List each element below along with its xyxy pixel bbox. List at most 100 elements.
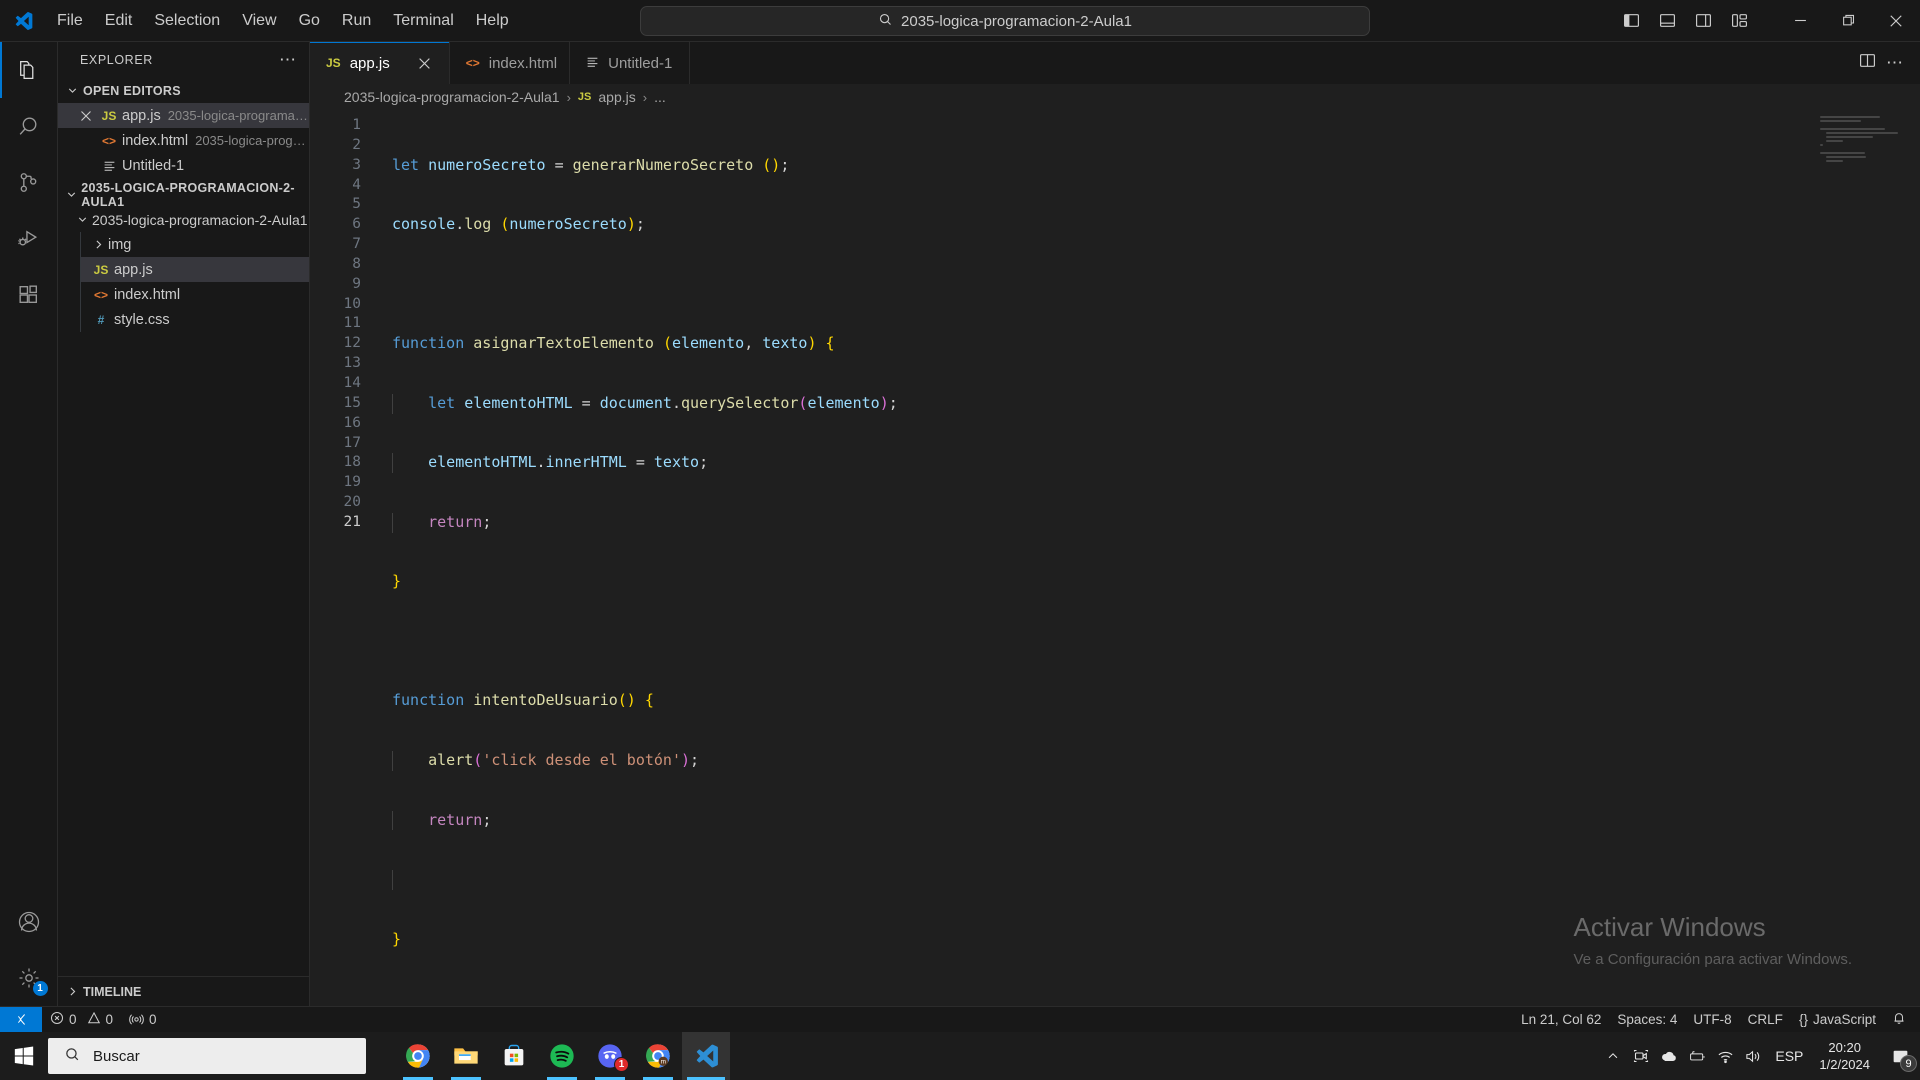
chevron-right-icon: › (566, 89, 571, 105)
notification-icon[interactable]: 9 (1880, 1032, 1920, 1080)
tab-label: app.js (349, 54, 390, 72)
ports-icon (129, 1011, 144, 1029)
taskbar-app-file-explorer[interactable] (442, 1032, 490, 1080)
warning-count: 0 (105, 1012, 114, 1027)
menu-help[interactable]: Help (465, 0, 520, 41)
cloud-icon[interactable] (1655, 1032, 1683, 1080)
section-workspace[interactable]: 2035-LOGICA-PROGRAMACION-2-AULA1 (58, 181, 309, 209)
ports-status[interactable]: 0 (121, 1007, 165, 1032)
folder-root[interactable]: 2035-logica-programacion-2-Aula1 (58, 207, 309, 232)
taskbar-app-discord[interactable]: 1 (586, 1032, 634, 1080)
problems-status[interactable]: 0 0 (42, 1007, 121, 1032)
activity-item-search[interactable] (0, 98, 58, 154)
html-icon: <> (101, 133, 116, 148)
js-icon: JS (101, 108, 117, 123)
js-icon: JS (93, 262, 109, 277)
menu-view[interactable]: View (231, 0, 287, 41)
encoding[interactable]: UTF-8 (1685, 1012, 1739, 1027)
breadcrumb-item-folder[interactable]: 2035-logica-programacion-2-Aula1 (344, 89, 560, 105)
taskbar-app-vscode[interactable] (682, 1032, 730, 1080)
clock-time: 20:20 (1828, 1040, 1861, 1055)
menu-edit[interactable]: Edit (94, 0, 144, 41)
line-number: 17 (343, 434, 361, 451)
tree-item-style-css[interactable]: # style.css (80, 307, 309, 332)
wifi-icon[interactable] (1711, 1032, 1739, 1080)
menu-file[interactable]: File (46, 0, 94, 41)
search-icon (64, 1046, 81, 1067)
taskbar-app-spotify[interactable] (538, 1032, 586, 1080)
open-editor-index-html[interactable]: <> index.html 2035-logica-program... (58, 128, 309, 153)
activity-item-source-control[interactable] (0, 154, 58, 210)
code-editor[interactable]: 1 2 3 4 5 6 7 8 9 10 11 12 13 14 15 16 1… (310, 110, 1920, 1006)
section-open-editors[interactable]: OPEN EDITORS (58, 78, 309, 103)
line-number-gutter: 1 2 3 4 5 6 7 8 9 10 11 12 13 14 15 16 1… (310, 110, 382, 1006)
tree-item-index-html[interactable]: <> index.html (80, 282, 309, 307)
line-number: 13 (343, 355, 361, 372)
camera-icon[interactable] (1627, 1032, 1655, 1080)
chevron-up-icon[interactable] (1599, 1032, 1627, 1080)
eol[interactable]: CRLF (1740, 1012, 1791, 1027)
warning-icon (87, 1011, 101, 1028)
more-actions-icon[interactable]: ⋯ (1886, 54, 1904, 71)
open-editor-app-js[interactable]: JS app.js 2035-logica-programacion... (58, 103, 309, 128)
sidebar-header: EXPLORER ⋯ (58, 42, 309, 78)
toggle-primary-sidebar-icon[interactable] (1616, 6, 1646, 36)
language-mode-label: JavaScript (1812, 1012, 1876, 1027)
notifications-bell[interactable] (1884, 1011, 1920, 1028)
activity-item-run-and-debug[interactable] (0, 210, 58, 266)
close-icon[interactable] (413, 51, 437, 75)
minimap[interactable] (1820, 116, 1906, 180)
menu-run[interactable]: Run (331, 0, 382, 41)
js-icon: JS (326, 56, 341, 70)
speaker-icon[interactable] (1739, 1032, 1767, 1080)
editor-tabs: JS app.js <> index.html Untitled-1 ⋯ (310, 42, 1920, 84)
remote-window-icon[interactable] (0, 1006, 42, 1033)
clock[interactable]: 20:20 1/2/2024 (1811, 1039, 1880, 1073)
taskbar-app-chrome[interactable] (394, 1032, 442, 1080)
minimize-button[interactable] (1776, 0, 1824, 42)
activity-item-explorer[interactable] (0, 42, 58, 98)
tree-item-img[interactable]: img (80, 232, 309, 257)
maximize-button[interactable] (1824, 0, 1872, 42)
taskbar-search-input[interactable]: Buscar (48, 1038, 366, 1074)
tree-item-app-js[interactable]: JS app.js (80, 257, 309, 282)
error-icon (50, 1011, 64, 1028)
battery-icon[interactable] (1683, 1032, 1711, 1080)
toggle-panel-icon[interactable] (1652, 6, 1682, 36)
language-indicator[interactable]: ESP (1767, 1048, 1811, 1064)
menu-go[interactable]: Go (288, 0, 331, 41)
ellipsis-icon[interactable]: ⋯ (279, 51, 297, 68)
language-mode[interactable]: {} JavaScript (1791, 1012, 1884, 1027)
indentation[interactable]: Spaces: 4 (1609, 1012, 1685, 1027)
line-number: 8 (352, 255, 361, 272)
activity-bar: 1 (0, 42, 58, 1006)
close-icon[interactable] (74, 110, 98, 122)
menu-selection[interactable]: Selection (143, 0, 231, 41)
code-content[interactable]: let numeroSecreto = generarNumeroSecreto… (382, 110, 1920, 1006)
activity-item-accounts[interactable] (0, 894, 58, 950)
chevron-down-icon (64, 84, 80, 97)
taskbar-app-chrome-profile[interactable]: m (634, 1032, 682, 1080)
split-editor-icon[interactable] (1859, 52, 1876, 74)
tab-index-html[interactable]: <> index.html (449, 42, 571, 84)
chevron-right-icon: › (642, 89, 648, 105)
menu-terminal[interactable]: Terminal (382, 0, 464, 41)
breadcrumb-item-symbol[interactable]: ... (654, 89, 666, 105)
js-icon: JS (577, 91, 592, 103)
close-button[interactable] (1872, 0, 1920, 42)
tab-app-js[interactable]: JS app.js (310, 42, 450, 84)
cursor-position[interactable]: Ln 21, Col 62 (1513, 1012, 1609, 1027)
section-timeline[interactable]: TIMELINE (58, 976, 309, 1006)
windows-start-icon[interactable] (0, 1032, 48, 1080)
activity-item-manage[interactable]: 1 (0, 950, 58, 1006)
command-center[interactable]: 2035-logica-programacion-2-Aula1 (640, 6, 1370, 36)
breadcrumb-item-file[interactable]: app.js (598, 89, 635, 105)
editor-scrollbar[interactable] (1906, 110, 1920, 1006)
customize-layout-icon[interactable] (1724, 6, 1754, 36)
activity-item-extensions[interactable] (0, 266, 58, 322)
tab-untitled-1[interactable]: Untitled-1 (570, 42, 691, 84)
toggle-secondary-sidebar-icon[interactable] (1688, 6, 1718, 36)
open-editor-untitled-1[interactable]: Untitled-1 (58, 153, 309, 178)
code-line-7: return; (382, 512, 1920, 533)
taskbar-app-microsoft-store[interactable] (490, 1032, 538, 1080)
